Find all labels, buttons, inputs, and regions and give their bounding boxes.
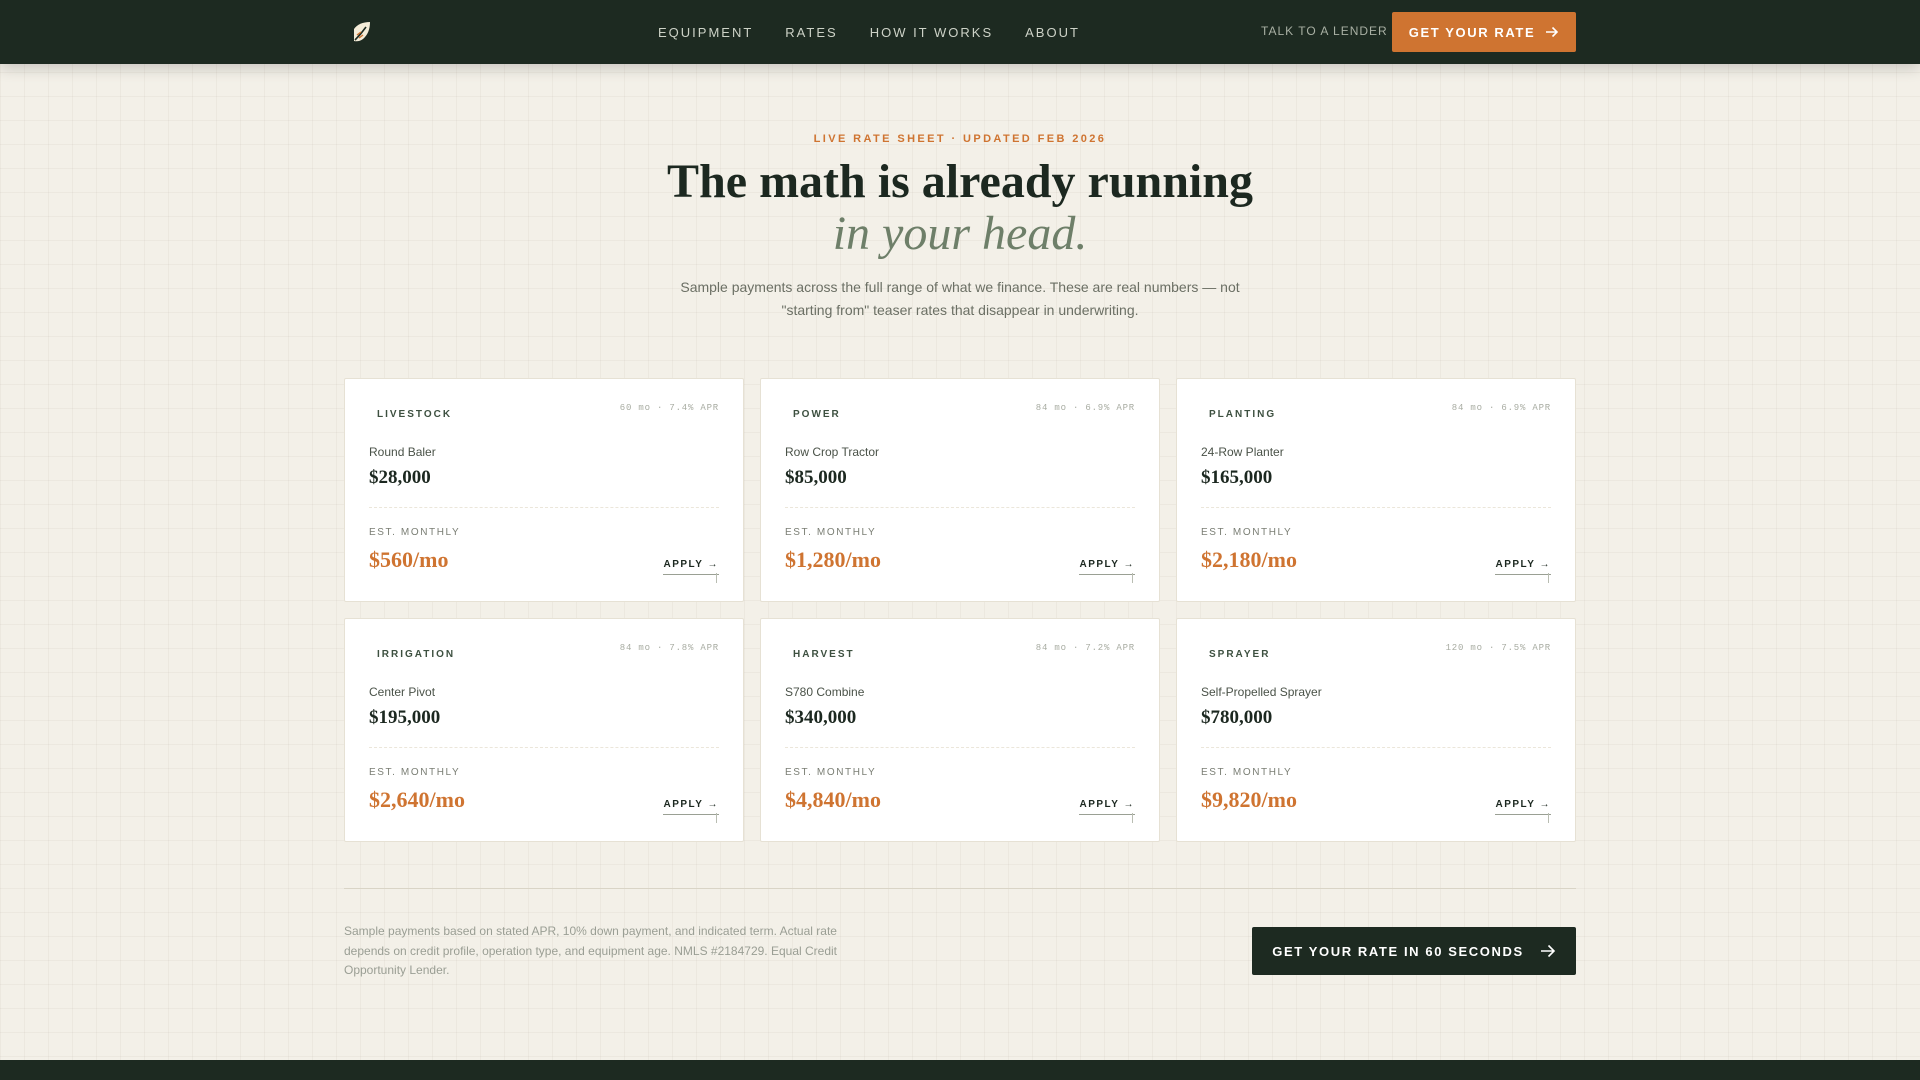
get-your-rate-button[interactable]: GET YOUR RATE	[1392, 12, 1576, 52]
card-monthly-payment: $2,180/mo	[1201, 547, 1297, 572]
talk-to-lender-link[interactable]: TALK TO A LENDER	[1261, 24, 1388, 38]
card-equipment-name: Self-Propelled Sprayer	[1201, 685, 1322, 699]
nav-link-rates[interactable]: RATES	[785, 25, 837, 40]
card-category: PLANTING	[1209, 409, 1277, 420]
card-monthly-payment: $1,280/mo	[785, 547, 881, 572]
card-terms: 84 mo · 6.9% APR	[1451, 403, 1551, 413]
page-headline-emphasis: in your head.	[832, 207, 1088, 260]
card-apply-link[interactable]: APPLY →	[1495, 799, 1551, 815]
card-category: HARVEST	[793, 649, 855, 660]
rate-card: SPRAYER 120 mo · 7.5% APR Self-Propelled…	[1176, 618, 1576, 842]
arrow-right-icon	[1540, 944, 1555, 958]
apply-underline-tick	[1548, 813, 1549, 823]
rate-cards-grid: LIVESTOCK 60 mo · 7.4% APR Round Baler $…	[344, 378, 1576, 842]
rate-card: HARVEST 84 mo · 7.2% APR S780 Combine $3…	[760, 618, 1160, 842]
card-category: POWER	[793, 409, 841, 420]
apply-underline-tick	[716, 813, 717, 823]
nav-link-about[interactable]: ABOUT	[1025, 25, 1080, 40]
card-equipment-name: Round Baler	[369, 445, 436, 459]
apply-underline-tick	[1132, 813, 1133, 823]
card-apply-link[interactable]: APPLY →	[663, 799, 719, 815]
card-est-monthly-label: EST. MONTHLY	[369, 527, 461, 538]
card-equipment-name: 24-Row Planter	[1201, 445, 1284, 459]
card-apply-link[interactable]: APPLY →	[663, 559, 719, 575]
apply-underline-tick	[1132, 573, 1133, 583]
card-divider	[1201, 507, 1551, 508]
card-monthly-payment: $560/mo	[369, 547, 449, 572]
get-your-rate-label: GET YOUR RATE	[1408, 24, 1536, 40]
card-monthly-payment: $9,820/mo	[1201, 787, 1297, 812]
card-divider	[1201, 747, 1551, 748]
card-equipment-price: $340,000	[785, 707, 857, 728]
card-est-monthly-label: EST. MONTHLY	[785, 767, 877, 778]
apply-underline-tick	[1548, 573, 1549, 583]
site-footer-band	[0, 1060, 1920, 1080]
card-equipment-name: Row Crop Tractor	[785, 445, 880, 459]
arrow-right-icon	[1546, 26, 1559, 38]
card-equipment-price: $780,000	[1201, 707, 1273, 728]
card-divider	[369, 507, 719, 508]
get-rate-60-seconds-button[interactable]: GET YOUR RATE IN 60 SECONDS	[1252, 927, 1576, 975]
card-divider	[785, 747, 1135, 748]
card-equipment-price: $28,000	[369, 467, 431, 488]
card-monthly-payment: $2,640/mo	[369, 787, 465, 812]
card-terms: 84 mo · 7.8% APR	[619, 643, 719, 653]
card-terms: 84 mo · 7.2% APR	[1035, 643, 1135, 653]
card-equipment-price: $195,000	[369, 707, 441, 728]
leaf-logo-icon[interactable]	[351, 20, 373, 44]
card-terms: 120 mo · 7.5% APR	[1445, 643, 1551, 653]
card-est-monthly-label: EST. MONTHLY	[785, 527, 877, 538]
apply-underline-tick	[716, 573, 717, 583]
card-equipment-price: $85,000	[785, 467, 847, 488]
get-rate-60-seconds-label: GET YOUR RATE IN 60 SECONDS	[1272, 943, 1524, 959]
card-est-monthly-label: EST. MONTHLY	[1201, 527, 1293, 538]
card-divider	[369, 747, 719, 748]
card-est-monthly-label: EST. MONTHLY	[369, 767, 461, 778]
card-equipment-name: Center Pivot	[369, 685, 436, 699]
card-category: SPRAYER	[1209, 649, 1271, 660]
main-nav: EQUIPMENT RATES HOW IT WORKS ABOUT	[658, 0, 1080, 64]
rate-card: IRRIGATION 84 mo · 7.8% APR Center Pivot…	[344, 618, 744, 842]
page-subtitle: Sample payments across the full range of…	[680, 279, 1240, 318]
rate-card: POWER 84 mo · 6.9% APR Row Crop Tractor …	[760, 378, 1160, 602]
top-navigation-bar: EQUIPMENT RATES HOW IT WORKS ABOUT TALK …	[0, 0, 1920, 64]
card-apply-link[interactable]: APPLY →	[1079, 799, 1135, 815]
footer-divider	[344, 888, 1576, 889]
card-est-monthly-label: EST. MONTHLY	[1201, 767, 1293, 778]
rate-card: LIVESTOCK 60 mo · 7.4% APR Round Baler $…	[344, 378, 744, 602]
card-monthly-payment: $4,840/mo	[785, 787, 881, 812]
card-terms: 60 mo · 7.4% APR	[619, 403, 719, 413]
nav-link-how-it-works[interactable]: HOW IT WORKS	[870, 25, 993, 40]
card-equipment-price: $165,000	[1201, 467, 1273, 488]
page-headline: The math is already running	[667, 155, 1253, 208]
card-equipment-name: S780 Combine	[785, 685, 865, 699]
card-terms: 84 mo · 6.9% APR	[1035, 403, 1135, 413]
card-category: IRRIGATION	[377, 649, 456, 660]
card-category: LIVESTOCK	[377, 409, 453, 420]
card-apply-link[interactable]: APPLY →	[1495, 559, 1551, 575]
rate-disclaimer: Sample payments based on stated APR, 10%…	[344, 924, 837, 977]
card-divider	[785, 507, 1135, 508]
rate-sheet-eyebrow: LIVE RATE SHEET · UPDATED FEB 2026	[813, 133, 1107, 145]
nav-link-equipment[interactable]: EQUIPMENT	[658, 25, 753, 40]
card-apply-link[interactable]: APPLY →	[1079, 559, 1135, 575]
rate-card: PLANTING 84 mo · 6.9% APR 24-Row Planter…	[1176, 378, 1576, 602]
